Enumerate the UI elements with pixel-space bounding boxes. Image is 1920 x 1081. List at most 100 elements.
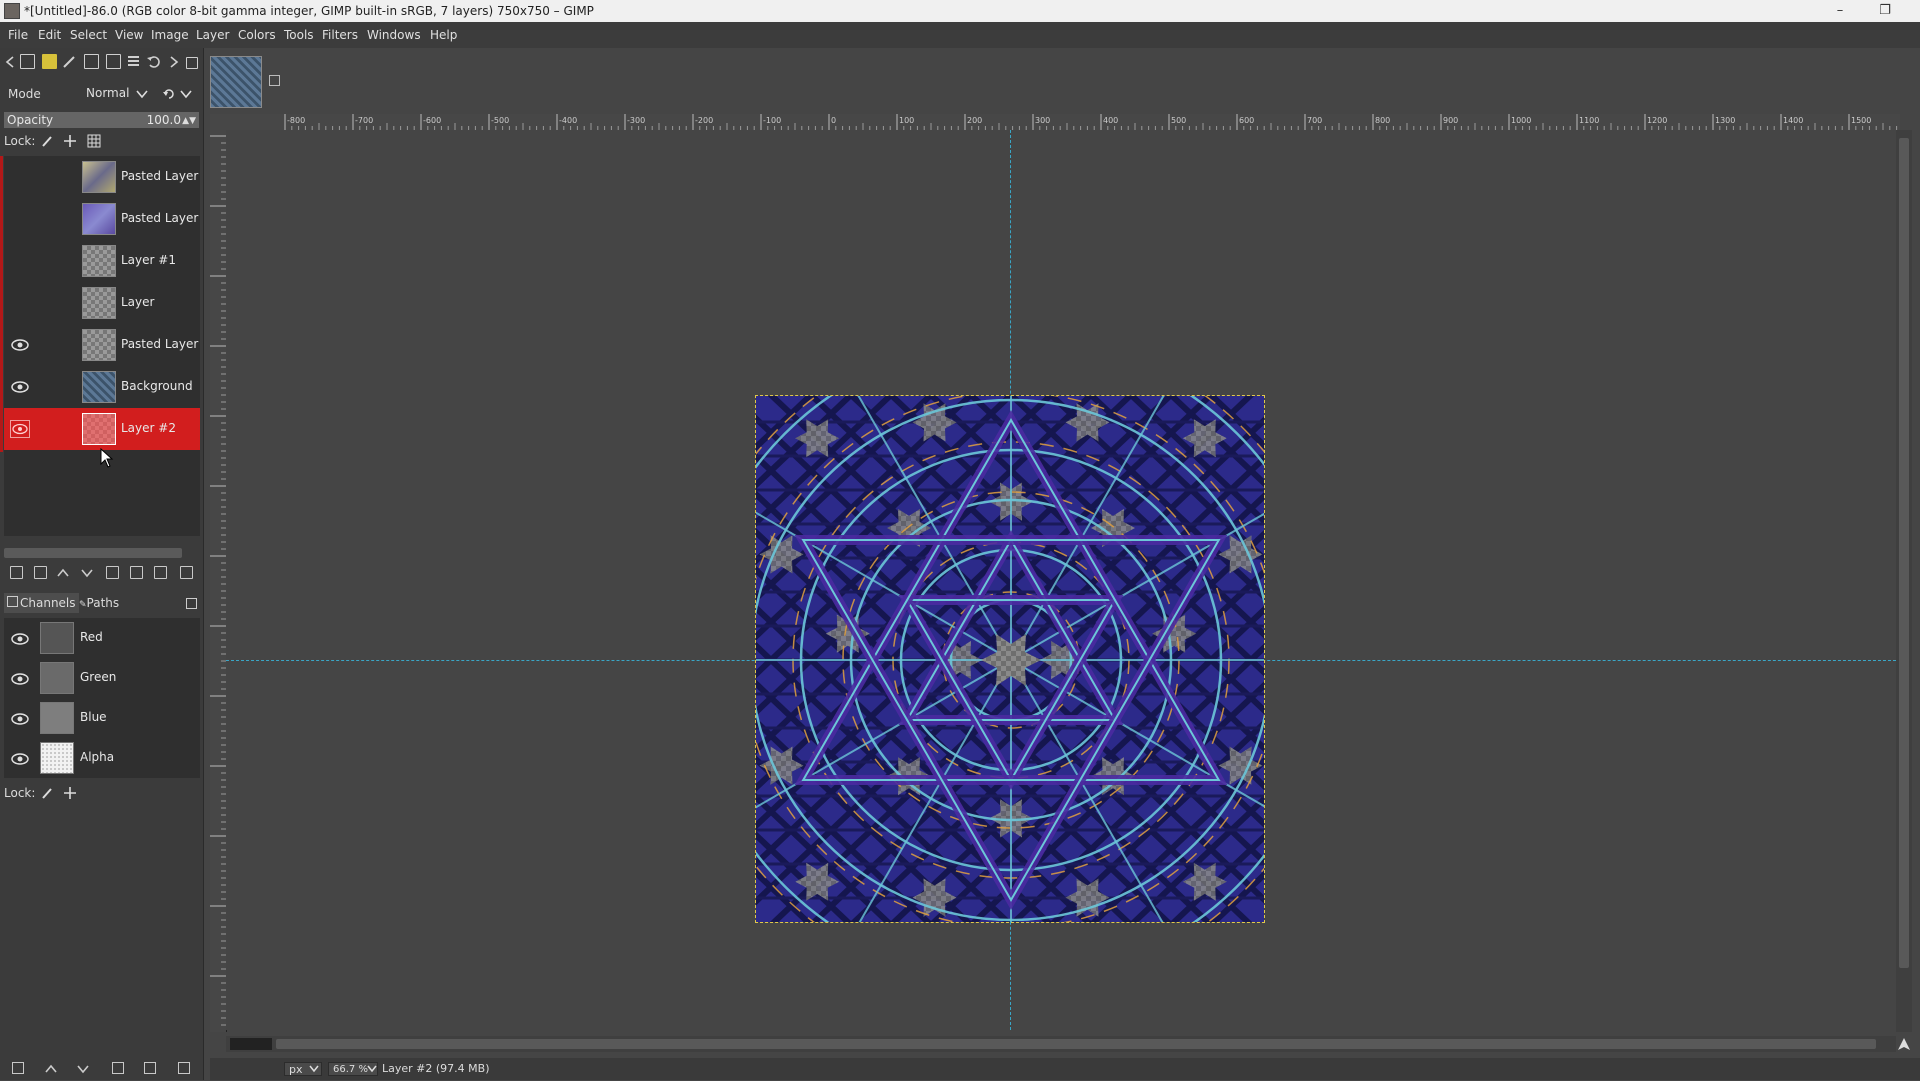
spin-arrows-icon[interactable]: ▲▼ [182, 113, 196, 129]
delete-layer-icon[interactable] [180, 566, 193, 579]
eye-icon[interactable] [10, 750, 30, 768]
channel-name: Red [80, 630, 103, 644]
document-history-icon[interactable] [126, 54, 141, 69]
restore-button[interactable]: ❐ [1865, 0, 1905, 22]
mode-value: Normal [86, 86, 130, 100]
chevron-left-icon[interactable] [4, 55, 16, 69]
ruler-label: -600 [423, 116, 441, 125]
pattern-icon[interactable] [84, 54, 99, 69]
channels-list: Red Green Blue Alpha [4, 618, 200, 778]
undo-history-icon[interactable] [146, 54, 161, 69]
ruler-label: 400 [1103, 116, 1118, 125]
menu-image[interactable]: Image [151, 22, 189, 48]
scrollbar-thumb[interactable] [1899, 138, 1909, 968]
brush-icon[interactable] [62, 54, 77, 69]
gradient-icon[interactable] [106, 54, 121, 69]
channel-row[interactable]: Green [4, 658, 200, 698]
zoom-select[interactable]: 66.7 % [328, 1062, 378, 1076]
minimize-button[interactable]: – [1820, 0, 1860, 22]
navigate-icon[interactable] [1896, 1036, 1912, 1052]
raise-channel-icon[interactable] [44, 1062, 58, 1076]
tab-paths[interactable]: ✎Paths [76, 593, 122, 613]
mode-select[interactable]: Normal [86, 86, 152, 102]
navigate-button[interactable] [230, 1038, 272, 1050]
menu-view[interactable]: View [115, 22, 143, 48]
menu-layer[interactable]: Layer [196, 22, 229, 48]
new-channel-icon[interactable] [12, 1062, 24, 1074]
lower-layer-icon[interactable] [80, 566, 94, 580]
new-layer-icon[interactable] [10, 566, 23, 579]
layer-row[interactable]: Pasted Layer [4, 198, 200, 240]
tool-options-icon[interactable] [20, 54, 35, 69]
mode-label: Mode [8, 87, 41, 101]
eye-icon[interactable] [10, 670, 30, 688]
eye-icon[interactable] [10, 378, 30, 396]
eye-icon[interactable] [10, 420, 30, 438]
raise-layer-icon[interactable] [56, 566, 70, 580]
vertical-scrollbar[interactable] [1896, 130, 1912, 1032]
menu-filters[interactable]: Filters [322, 22, 358, 48]
eye-icon[interactable] [10, 710, 30, 728]
opacity-slider[interactable]: Opacity 100.0 ▲▼ [4, 112, 199, 128]
unit-select[interactable]: px [284, 1062, 322, 1076]
channel-row[interactable]: Blue [4, 698, 200, 738]
layers-list: Pasted Layer Pasted Layer Layer #1 Layer… [4, 156, 200, 536]
menu-windows[interactable]: Windows [367, 22, 421, 48]
mouse-cursor-icon [100, 448, 114, 468]
image-content[interactable] [755, 395, 1265, 923]
vertical-ruler[interactable] [210, 130, 227, 1032]
menu-select[interactable]: Select [70, 22, 107, 48]
layer-row[interactable]: Pasted Layer [4, 324, 200, 366]
tab-channels-label: Channels [20, 596, 76, 610]
dock-menu-icon[interactable] [186, 598, 197, 609]
title-bar: *[Untitled]-86.0 (RGB color 8-bit gamma … [0, 0, 1920, 22]
anchor-layer-icon[interactable] [154, 566, 167, 579]
layer-row[interactable]: Layer [4, 282, 200, 324]
duplicate-layer-icon[interactable] [106, 566, 119, 579]
layer-row[interactable]: Layer #1 [4, 240, 200, 282]
duplicate-channel-icon[interactable] [112, 1062, 124, 1074]
eye-icon[interactable] [10, 630, 30, 648]
menu-tools[interactable]: Tools [284, 22, 314, 48]
menu-file[interactable]: File [8, 22, 28, 48]
channel-to-selection-icon[interactable] [144, 1062, 156, 1074]
lock-position-icon[interactable] [63, 134, 77, 148]
lock-pixels-icon[interactable] [40, 786, 54, 800]
ruler-label: -800 [287, 116, 305, 125]
status-bar: px 66.7 % Layer #2 (97.4 MB) [210, 1058, 1920, 1080]
paint-dynamics-icon[interactable] [42, 54, 57, 69]
eye-icon[interactable] [10, 336, 30, 354]
chevron-right-icon[interactable] [168, 55, 180, 69]
delete-channel-icon[interactable] [178, 1062, 190, 1074]
lower-channel-icon[interactable] [76, 1062, 90, 1076]
gimp-app-icon [4, 3, 20, 19]
image-tab-thumbnail[interactable] [210, 56, 262, 108]
layer-row[interactable]: Background [4, 366, 200, 408]
ruler-label: 1500 [1851, 116, 1871, 125]
merge-layer-icon[interactable] [130, 566, 143, 579]
ruler-label: 1400 [1783, 116, 1803, 125]
channel-row[interactable]: Red [4, 618, 200, 658]
channel-row[interactable]: Alpha [4, 738, 200, 778]
chevron-down-icon [367, 1065, 377, 1073]
close-icon[interactable] [269, 75, 280, 86]
layer-row-selected[interactable]: Layer #2 [4, 408, 200, 450]
dock-menu-icon[interactable] [186, 57, 198, 69]
chevron-down-icon[interactable] [180, 89, 192, 99]
lock-alpha-icon[interactable] [87, 134, 101, 148]
horizontal-scrollbar[interactable] [226, 1036, 1896, 1052]
mode-switch-icon[interactable] [162, 87, 176, 101]
menu-colors[interactable]: Colors [238, 22, 276, 48]
layers-horizontal-scrollbar[interactable] [4, 548, 182, 558]
menu-help[interactable]: Help [430, 22, 457, 48]
tab-channels[interactable]: Channels [4, 593, 79, 613]
horizontal-ruler[interactable]: -800 -700 -600 -500 -400 -300 -200 -100 0 100 200 3… [210, 114, 1920, 131]
menu-edit[interactable]: Edit [38, 22, 61, 48]
lock-pixels-icon[interactable] [40, 134, 54, 148]
ruler-label: 500 [1171, 116, 1186, 125]
lock-position-icon[interactable] [63, 786, 77, 800]
tab-paths-label: Paths [86, 596, 120, 610]
new-layer-group-icon[interactable] [34, 566, 47, 579]
scrollbar-thumb[interactable] [276, 1039, 1876, 1049]
layer-row[interactable]: Pasted Layer [4, 156, 200, 198]
